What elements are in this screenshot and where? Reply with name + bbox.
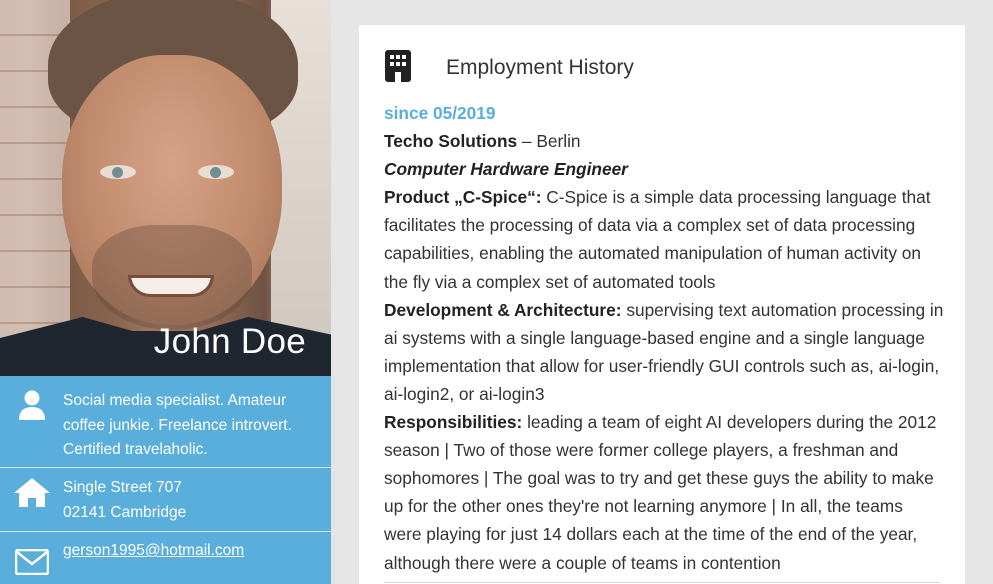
section-title: Employment History [446, 56, 634, 79]
section-header: Employment History [384, 50, 634, 86]
product-label: Product „C-Spice“: [384, 187, 542, 208]
entry-company-line: Techo Solutions – Berlin [384, 127, 944, 155]
product-paragraph: Product „C-Spice“: C-Spice is a simple d… [384, 183, 944, 295]
development-paragraph: Development & Architecture: supervising … [384, 296, 944, 408]
photo-eye-right [198, 165, 234, 179]
company-separator: – [517, 131, 537, 152]
profile-sidebar: John Doe Social media specialist. Amateu… [0, 0, 331, 584]
person-icon [0, 389, 63, 421]
responsibilities-label: Responsibilities: [384, 412, 523, 433]
entry-date: since 05/2019 [384, 103, 496, 123]
email-link[interactable]: gerson1995@hotmail.com [63, 542, 244, 559]
envelope-icon [0, 539, 63, 575]
email-row: gerson1995@hotmail.com [0, 532, 331, 584]
building-icon [384, 49, 412, 87]
profile-name: John Doe [153, 322, 306, 361]
bio-row: Social media specialist. Amateur coffee … [0, 376, 331, 468]
profile-address: Single Street 707 02141 Cambridge [63, 476, 198, 525]
profile-bio: Social media specialist. Amateur coffee … [63, 392, 292, 458]
home-icon [0, 476, 63, 508]
company-city: Berlin [536, 131, 581, 152]
address-line-2: 02141 Cambridge [63, 503, 187, 521]
responsibilities-text: leading a team of eight AI developers du… [384, 412, 937, 573]
development-label: Development & Architecture: [384, 299, 622, 320]
photo-smile [128, 275, 214, 297]
entry-role: Computer Hardware Engineer [384, 159, 628, 180]
entry-divider [384, 582, 940, 583]
responsibilities-paragraph: Responsibilities: leading a team of eigh… [384, 408, 944, 577]
employment-card: Employment History since 05/2019 Techo S… [359, 25, 965, 584]
profile-photo: John Doe [0, 0, 331, 376]
photo-eye-left [100, 165, 136, 179]
company-name: Techo Solutions [384, 131, 518, 152]
address-row: Single Street 707 02141 Cambridge [0, 468, 331, 532]
address-line-1: Single Street 707 [63, 479, 182, 496]
employment-entry: since 05/2019 Techo Solutions – Berlin C… [384, 99, 944, 577]
